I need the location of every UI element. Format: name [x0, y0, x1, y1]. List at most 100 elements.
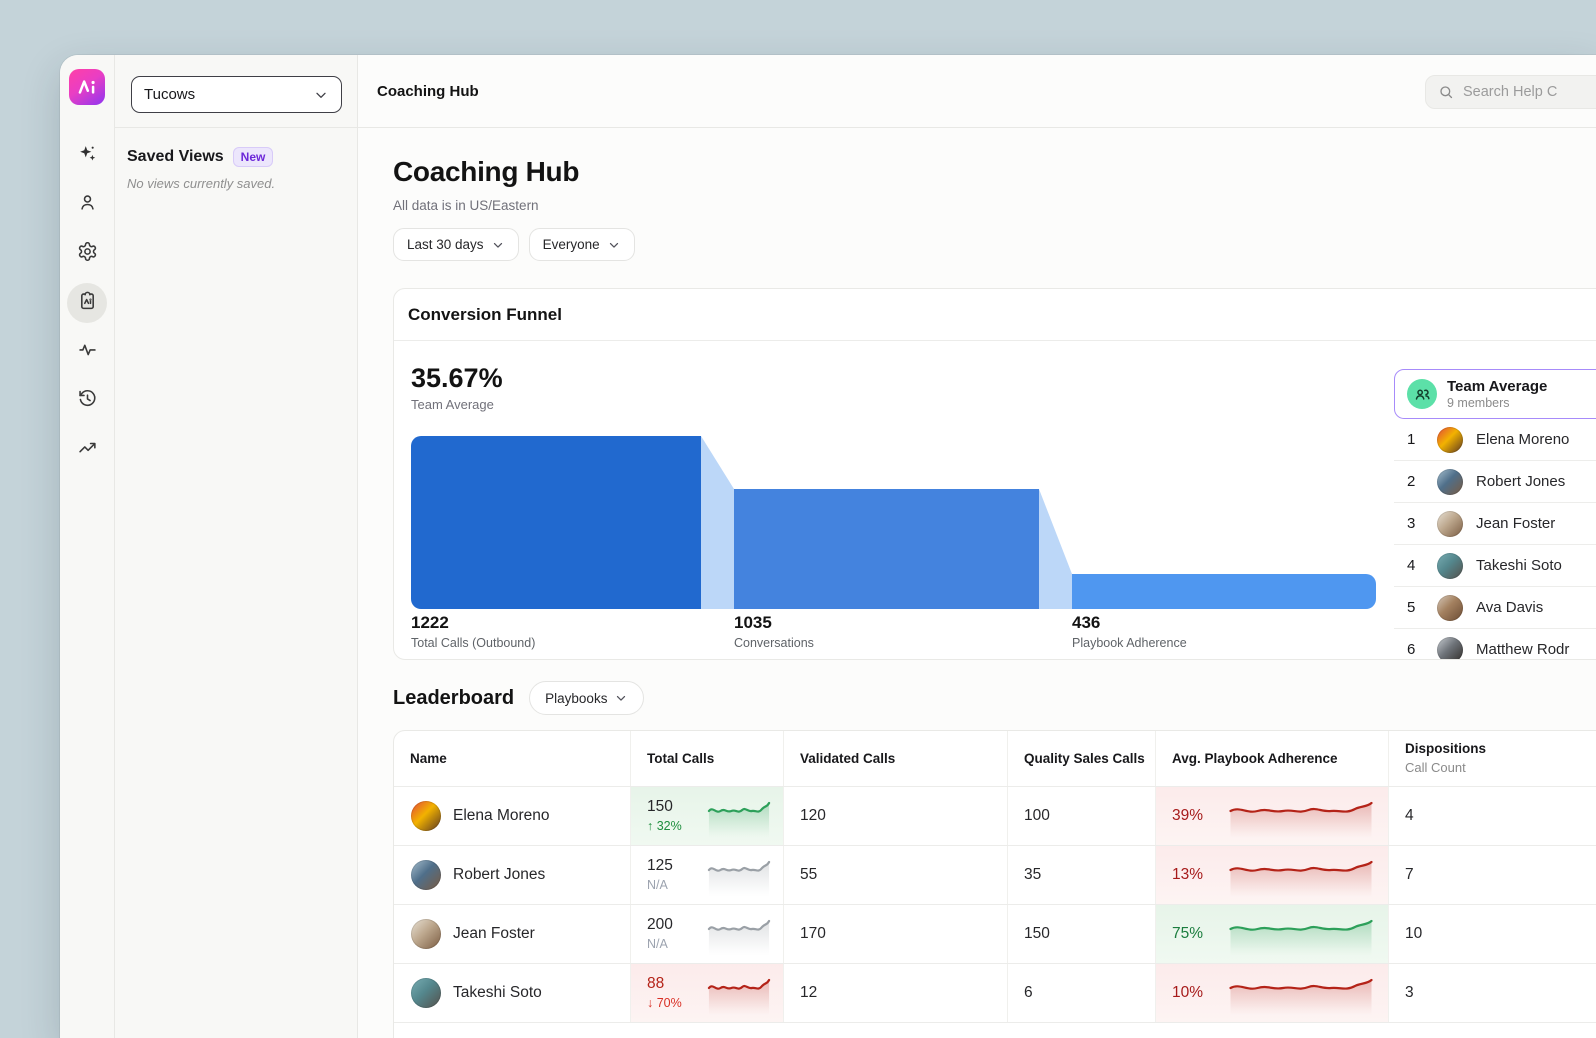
cell-validated-calls: 55	[784, 846, 1008, 904]
total-calls-value: 200	[647, 916, 673, 935]
cell-total-calls: 88↓ 70%	[631, 964, 784, 1022]
avatar	[1437, 427, 1463, 453]
sidebar-item-person-icon[interactable]	[67, 185, 107, 225]
team-average-value: 35.67%	[411, 363, 503, 394]
trend-sparkline	[707, 912, 771, 956]
sidebar-item-history-icon[interactable]	[67, 381, 107, 421]
cell-validated-calls: 120	[784, 787, 1008, 845]
funnel-stage-label: 436 Playbook Adherence	[1072, 613, 1187, 650]
team-filter[interactable]: Everyone	[529, 228, 635, 261]
topbar: Coaching Hub Search Help C	[358, 55, 1596, 128]
sidebar-item-gear-icon[interactable]	[67, 234, 107, 274]
column-header-dispositions[interactable]: Dispositions Call Count	[1389, 731, 1596, 786]
player-name: Jean Foster	[453, 925, 535, 943]
team-rank-row[interactable]: 1Elena Moreno	[1394, 419, 1596, 461]
member-rank: 5	[1407, 599, 1425, 616]
total-calls-value: 88	[647, 975, 682, 994]
table-row: Jean Foster200N/A17015075%10	[394, 905, 1596, 964]
member-rank: 2	[1407, 473, 1425, 490]
playbooks-filter-label: Playbooks	[545, 691, 607, 706]
team-rank-row[interactable]: 6Matthew Rodr	[1394, 629, 1596, 660]
funnel-stage-label: 1035 Conversations	[734, 613, 814, 650]
funnel-stage-caption: Playbook Adherence	[1072, 636, 1187, 650]
column-header-total-calls[interactable]: Total Calls	[631, 731, 784, 786]
sidebar-item-coaching-hub-icon[interactable]	[67, 283, 107, 323]
person-icon	[77, 192, 98, 218]
main-content: Coaching Hub Search Help C Coaching Hub …	[358, 55, 1596, 1038]
sidebar-item-sparkles-icon[interactable]	[67, 136, 107, 176]
column-header-quality-sales-calls[interactable]: Quality Sales Calls	[1008, 731, 1156, 786]
team-rank-row[interactable]: 2 Robert Jones	[1394, 461, 1596, 503]
chevron-down-icon	[614, 691, 628, 705]
team-rank-row[interactable]: 4Takeshi Soto	[1394, 545, 1596, 587]
chevron-down-icon	[313, 87, 329, 103]
adherence-value: 75%	[1172, 925, 1203, 943]
team-average-label: Team Average	[411, 397, 503, 412]
search-placeholder: Search Help C	[1463, 84, 1557, 100]
member-rank: 1	[1407, 431, 1425, 448]
cell-name[interactable]: Robert Jones	[394, 846, 631, 904]
app-logo-icon[interactable]	[69, 69, 105, 105]
playbooks-filter[interactable]: Playbooks	[529, 681, 644, 715]
team-rank-row[interactable]: 3Jean Foster	[1394, 503, 1596, 545]
dispositions-title: Dispositions	[1405, 741, 1486, 758]
adherence-value: 10%	[1172, 984, 1203, 1002]
funnel-bar-playbook-adherence[interactable]	[1072, 574, 1376, 609]
coaching-hub-icon	[77, 290, 98, 316]
member-name: Robert Jones	[1476, 473, 1565, 490]
sidebar-item-trending-up-icon[interactable]	[67, 430, 107, 470]
page-subtitle: All data is in US/Eastern	[393, 198, 539, 213]
funnel-stage-value: 1222	[411, 613, 535, 633]
column-header-avg-playbook-adherence[interactable]: Avg. Playbook Adherence	[1156, 731, 1389, 786]
funnel-bar-conversations[interactable]	[734, 489, 1039, 609]
avatar	[1437, 511, 1463, 537]
conversion-funnel-card: Conversion Funnel 35.67% Team Average 12…	[393, 288, 1596, 660]
gear-icon	[77, 241, 98, 267]
search-icon	[1438, 84, 1454, 100]
leaderboard-title: Leaderboard	[393, 687, 514, 710]
cell-quality-sales-calls: 35	[1008, 846, 1156, 904]
workspace-select[interactable]: Tucows	[131, 76, 342, 113]
funnel-stage-label: 1222 Total Calls (Outbound)	[411, 613, 535, 650]
new-badge: New	[233, 147, 274, 167]
funnel-stage-value: 436	[1072, 613, 1187, 633]
date-range-filter[interactable]: Last 30 days	[393, 228, 519, 261]
member-rank: 3	[1407, 515, 1425, 532]
trend-sparkline	[1226, 794, 1376, 838]
cell-dispositions: 10	[1389, 905, 1596, 963]
trend-sparkline	[1226, 853, 1376, 897]
funnel-bar-total-calls[interactable]	[411, 436, 701, 609]
sidebar-item-activity-icon[interactable]	[67, 332, 107, 372]
search-input[interactable]: Search Help C	[1425, 75, 1596, 109]
activity-icon	[77, 339, 98, 365]
column-header-validated-calls[interactable]: Validated Calls	[784, 731, 1008, 786]
total-calls-value: 150	[647, 798, 682, 817]
cell-name[interactable]: Jean Foster	[394, 905, 631, 963]
column-header-name[interactable]: Name	[394, 731, 631, 786]
cell-validated-calls: 12	[784, 964, 1008, 1022]
team-rank-row[interactable]: 5Ava Davis	[1394, 587, 1596, 629]
team-panel-title: Team Average	[1447, 378, 1547, 395]
table-row: Elena Moreno150↑ 32%12010039%4	[394, 787, 1596, 846]
cell-name[interactable]: Elena Moreno	[394, 787, 631, 845]
sparkles-icon	[77, 143, 98, 169]
avatar	[1437, 637, 1463, 661]
trend-sparkline	[707, 794, 771, 838]
cell-dispositions: 7	[1389, 846, 1596, 904]
cell-validated-calls: 170	[784, 905, 1008, 963]
funnel-chart	[411, 436, 1376, 609]
avatar	[411, 860, 441, 890]
cell-name[interactable]: Takeshi Soto	[394, 964, 631, 1022]
team-members-icon	[1407, 379, 1437, 409]
card-title: Conversion Funnel	[394, 289, 1596, 341]
team-average-chip[interactable]: Team Average 9 members	[1394, 369, 1596, 419]
avatar	[1437, 469, 1463, 495]
avatar	[1437, 595, 1463, 621]
avatar	[411, 801, 441, 831]
saved-views-panel: Tucows Saved Views New No views currentl…	[115, 55, 358, 1038]
member-rank: 6	[1407, 641, 1425, 658]
workspace-selector-row: Tucows	[115, 55, 357, 128]
date-range-label: Last 30 days	[407, 237, 484, 252]
funnel-stage-caption: Conversations	[734, 636, 814, 650]
funnel-stage-caption: Total Calls (Outbound)	[411, 636, 535, 650]
